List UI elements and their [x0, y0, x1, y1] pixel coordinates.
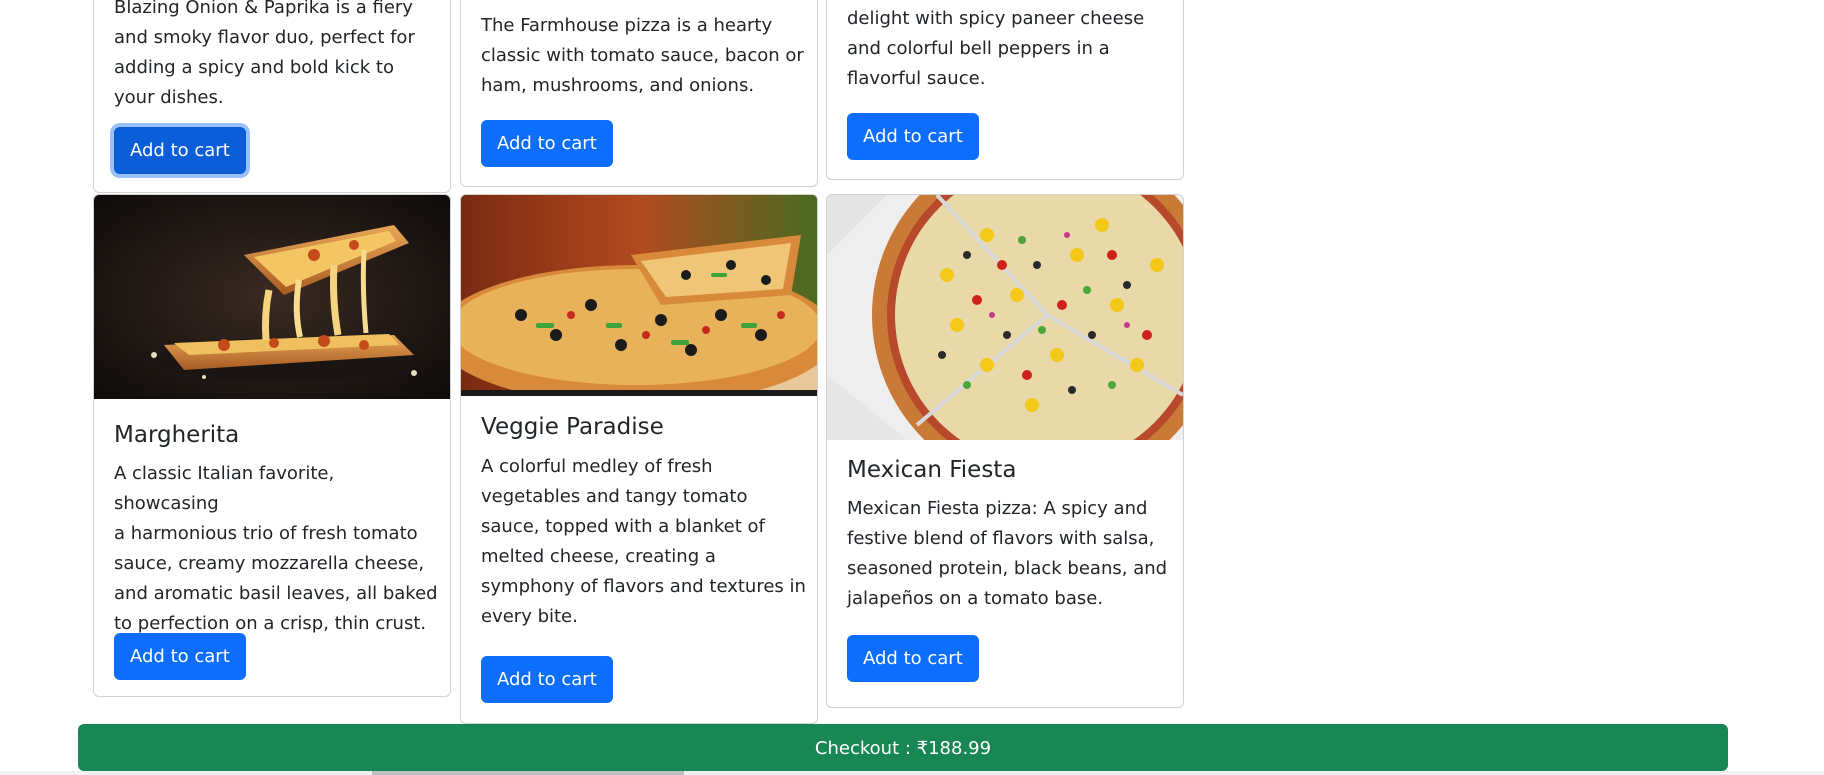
add-to-cart-button[interactable]: Add to cart — [847, 113, 979, 160]
add-to-cart-button[interactable]: Add to cart — [481, 656, 613, 703]
horizontal-scrollbar-track[interactable] — [0, 771, 1824, 775]
add-to-cart-button[interactable]: Add to cart — [114, 633, 246, 680]
description-line: and smoky flavor duo, perfect for — [114, 27, 415, 48]
horizontal-scrollbar-thumb[interactable] — [372, 771, 684, 775]
product-card: delight with spicy paneer cheese and col… — [826, 0, 1184, 180]
card-body: The Farmhouse pizza is a hearty classic … — [461, 0, 817, 186]
description-line: Mexican Fiesta pizza: A spicy and — [847, 498, 1148, 519]
add-to-cart-button[interactable]: Add to cart — [114, 127, 246, 174]
description-line: vegetables and tangy tomato — [481, 486, 748, 507]
product-card: The Farmhouse pizza is a hearty classic … — [460, 0, 818, 187]
description-line: A colorful medley of fresh — [481, 456, 713, 477]
description-line: adding a spicy and bold kick to — [114, 57, 394, 78]
description-line: sauce, topped with a blanket of — [481, 516, 765, 537]
description-line: a harmonious trio of fresh tomato — [114, 523, 418, 544]
mexican-fiesta-pizza-image — [827, 195, 1183, 440]
margherita-pizza-image — [94, 195, 450, 399]
description-line: sauce, creamy mozzarella cheese, — [114, 553, 425, 574]
card-description: Blazing Onion & Paprika is a fiery and s… — [114, 0, 434, 113]
description-line: symphony of flavors and textures in — [481, 576, 806, 597]
card-body: delight with spicy paneer cheese and col… — [827, 0, 1183, 179]
checkout-button[interactable]: Checkout : ₹188.99 — [78, 724, 1728, 771]
description-line: flavorful sauce. — [847, 68, 986, 89]
product-card: Mexican Fiesta Mexican Fiesta pizza: A s… — [826, 194, 1184, 708]
card-title: Veggie Paradise — [481, 414, 664, 440]
product-page: Blazing Onion & Paprika is a fiery and s… — [0, 0, 1824, 775]
description-line: A classic Italian favorite, showcasing — [114, 463, 335, 514]
description-line: Blazing Onion & Paprika is a fiery — [114, 0, 413, 18]
description-line: classic with tomato sauce, bacon or — [481, 45, 804, 66]
description-line: your dishes. — [114, 87, 224, 108]
description-line: melted cheese, creating a — [481, 546, 716, 567]
add-to-cart-button[interactable]: Add to cart — [847, 635, 979, 682]
add-to-cart-button[interactable]: Add to cart — [481, 120, 613, 167]
description-line: The Farmhouse pizza is a hearty — [481, 15, 773, 36]
product-card: Margherita A classic Italian favorite, s… — [93, 194, 451, 697]
card-description: A colorful medley of fresh vegetables an… — [481, 452, 811, 632]
product-card: Veggie Paradise A colorful medley of fre… — [460, 194, 818, 724]
card-description: A classic Italian favorite, showcasing a… — [114, 459, 444, 639]
card-title: Margherita — [114, 422, 240, 448]
card-title: Mexican Fiesta — [847, 457, 1017, 483]
description-line: festive blend of flavors with salsa, — [847, 528, 1155, 549]
card-description: delight with spicy paneer cheese and col… — [847, 4, 1167, 94]
card-body: Blazing Onion & Paprika is a fiery and s… — [94, 0, 450, 192]
description-line: delight with spicy paneer cheese — [847, 8, 1145, 29]
veggie-paradise-pizza-image — [461, 195, 817, 396]
description-line: seasoned protein, black beans, and — [847, 558, 1168, 579]
description-line: ham, mushrooms, and onions. — [481, 75, 755, 96]
card-description: The Farmhouse pizza is a hearty classic … — [481, 11, 811, 101]
description-line: every bite. — [481, 606, 578, 627]
description-line: and aromatic basil leaves, all baked — [114, 583, 438, 604]
product-card: Blazing Onion & Paprika is a fiery and s… — [93, 0, 451, 193]
description-line: and colorful bell peppers in a — [847, 38, 1110, 59]
card-description: Mexican Fiesta pizza: A spicy and festiv… — [847, 494, 1177, 614]
description-line: jalapeños on a tomato base. — [847, 588, 1104, 609]
